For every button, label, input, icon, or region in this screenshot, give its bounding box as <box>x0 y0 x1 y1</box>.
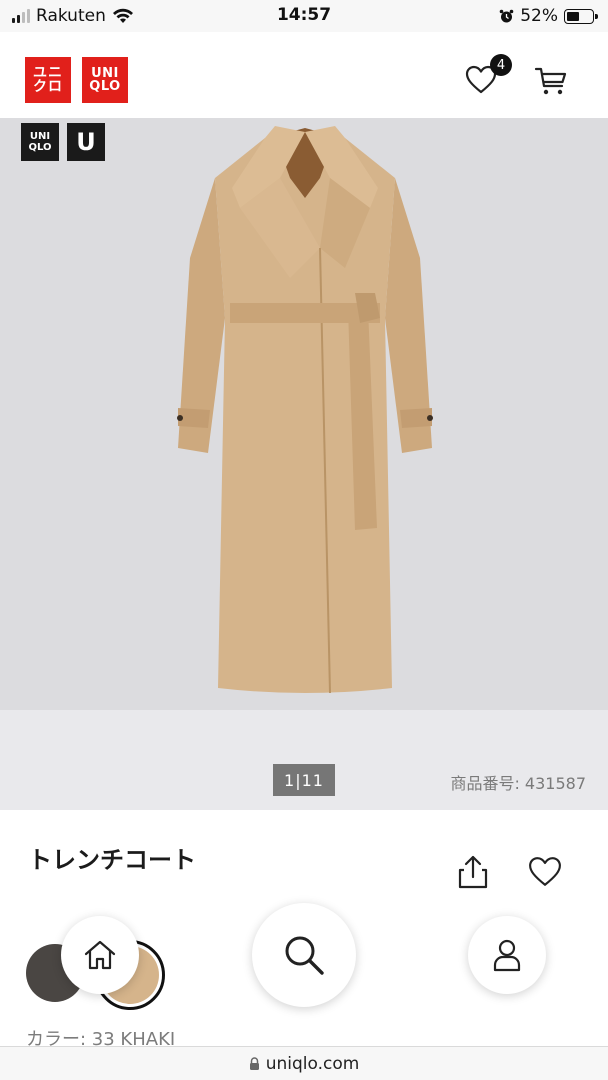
battery-percentage: 52% <box>520 6 558 26</box>
account-button[interactable] <box>468 916 546 994</box>
status-bar-right: 52% <box>499 6 598 26</box>
trench-coat-image <box>177 126 433 694</box>
user-icon <box>493 939 521 972</box>
product-code: 商品番号: 431587 <box>450 774 586 793</box>
alarm-icon <box>499 9 514 22</box>
site-header: ユニ クロ UNI QLO 4 <box>0 32 608 118</box>
favorites-count-badge: 4 <box>490 54 512 76</box>
badge-u-letter: U <box>76 128 96 156</box>
battery-icon <box>564 8 598 24</box>
battery-fill <box>567 11 579 21</box>
browser-url-bar[interactable]: uniqlo.com <box>0 1046 608 1080</box>
uniqlo-logo-latin[interactable]: UNI QLO <box>82 57 128 103</box>
home-button[interactable] <box>61 916 139 994</box>
logo-latin-line-2: QLO <box>89 79 121 94</box>
product-image-gallery[interactable]: UNI QLO U <box>0 118 608 710</box>
cart-icon <box>534 67 567 95</box>
search-icon <box>285 936 324 975</box>
badge-uniqlo-line-2: QLO <box>28 142 52 153</box>
share-icon <box>458 855 488 889</box>
badge-uniqlo-line-1: UNI <box>29 131 51 142</box>
gallery-footer: 1|11 商品番号: 431587 <box>0 710 608 810</box>
lock-icon <box>249 1056 259 1070</box>
uniqlo-badge: UNI QLO <box>21 123 59 161</box>
heart-icon <box>529 857 561 886</box>
home-icon <box>84 940 116 970</box>
logo-kana-line-2: クロ <box>33 79 63 95</box>
share-button[interactable] <box>456 853 490 891</box>
search-button[interactable] <box>252 903 356 1007</box>
status-bar: Rakuten 14:57 52% <box>0 0 608 32</box>
add-to-wishlist-button[interactable] <box>528 856 562 888</box>
url-text: uniqlo.com <box>265 1053 360 1074</box>
uniqlo-logo-katakana[interactable]: ユニ クロ <box>25 57 71 103</box>
cart-button[interactable] <box>532 63 570 99</box>
logo-kana-line-1: ユニ <box>33 65 63 81</box>
product-title: トレンチコート <box>28 846 196 874</box>
image-counter: 1|11 <box>273 764 335 796</box>
uniqlo-u-badge: U <box>67 123 105 161</box>
